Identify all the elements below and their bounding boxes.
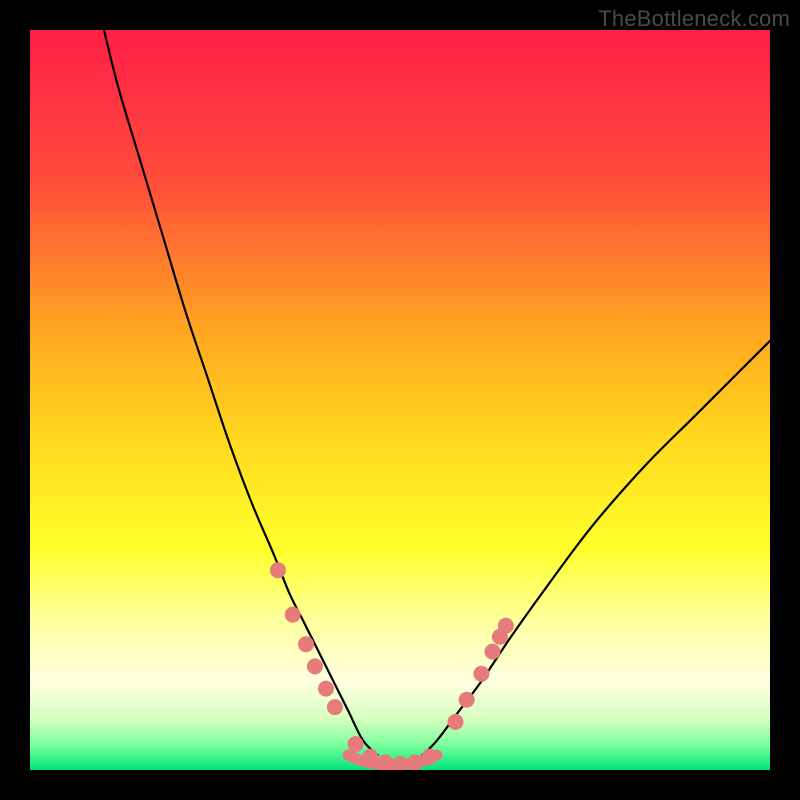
data-point bbox=[377, 755, 393, 770]
data-point bbox=[270, 562, 286, 578]
data-point bbox=[422, 749, 438, 765]
data-point bbox=[307, 658, 323, 674]
chart-svg bbox=[30, 30, 770, 770]
data-point bbox=[285, 607, 301, 623]
data-point bbox=[498, 618, 514, 634]
chart-container: TheBottleneck.com bbox=[0, 0, 800, 800]
data-point bbox=[298, 636, 314, 652]
gradient-background bbox=[30, 30, 770, 770]
data-point bbox=[459, 692, 475, 708]
data-point bbox=[318, 681, 334, 697]
data-point bbox=[348, 736, 364, 752]
watermark-text: TheBottleneck.com bbox=[598, 6, 790, 32]
data-point bbox=[407, 755, 423, 770]
data-point bbox=[473, 666, 489, 682]
plot-area bbox=[30, 30, 770, 770]
data-point bbox=[485, 644, 501, 660]
data-point bbox=[327, 699, 343, 715]
data-point bbox=[448, 714, 464, 730]
data-point bbox=[362, 749, 378, 765]
